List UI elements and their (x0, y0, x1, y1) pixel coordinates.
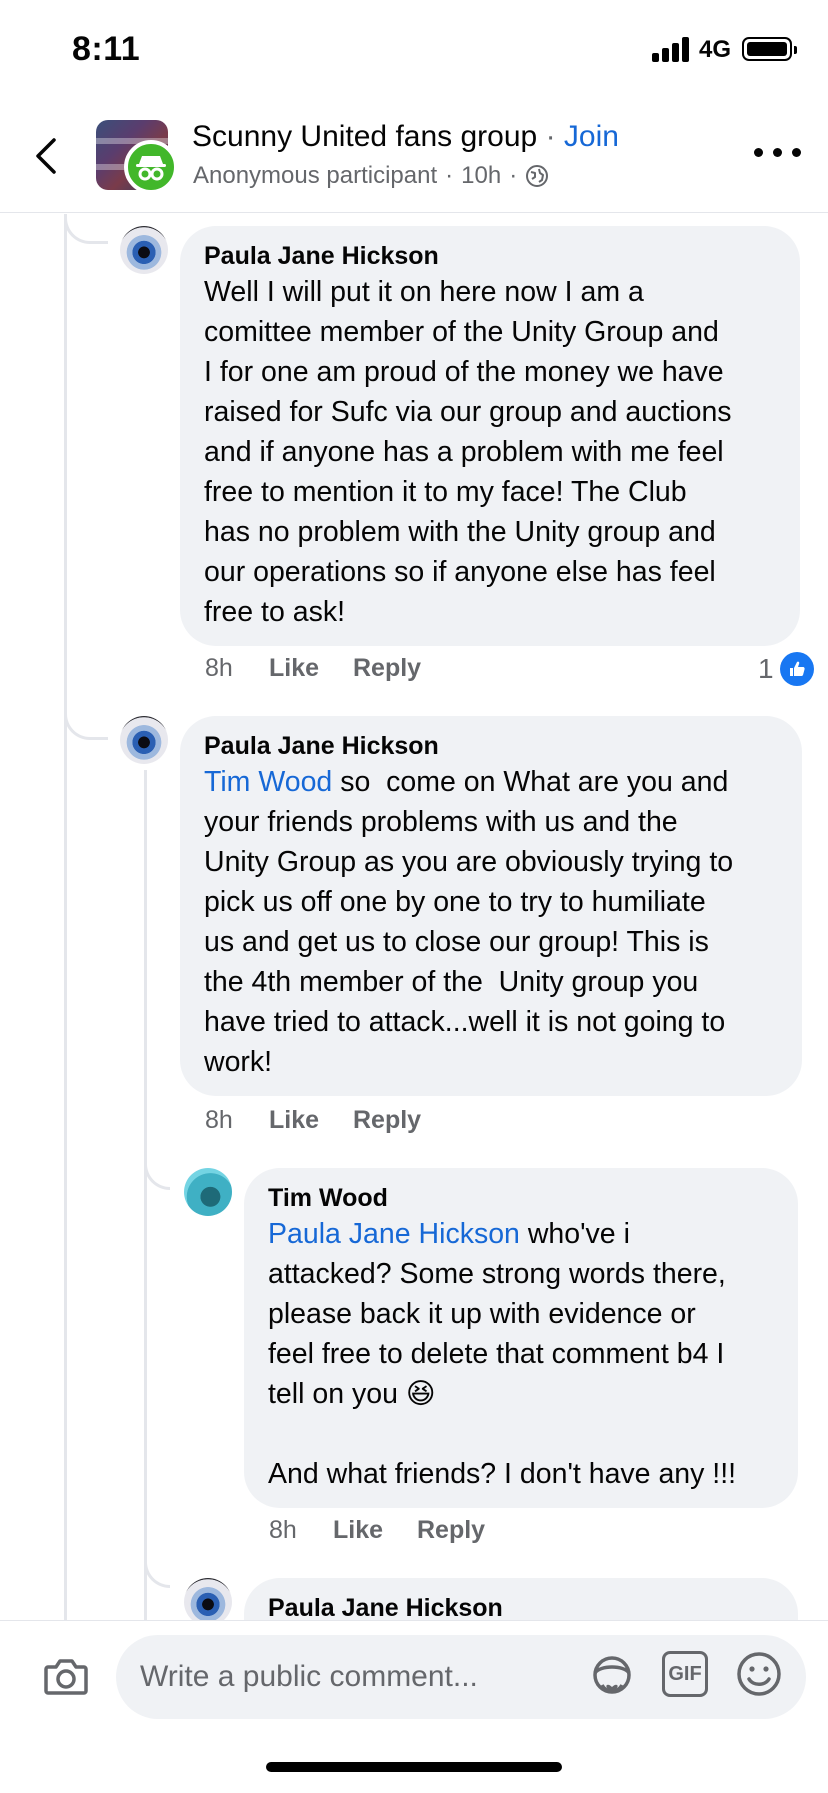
comment-input-placeholder: Write a public comment... (140, 1660, 478, 1693)
comment-author[interactable]: Paula Jane Hickson (204, 730, 778, 762)
globe-icon (526, 165, 549, 187)
avatar[interactable] (184, 1578, 232, 1626)
comment-time: 8h (205, 1106, 233, 1134)
thumbs-up-icon (779, 652, 814, 686)
camera-icon[interactable] (40, 1651, 92, 1703)
battery-icon (742, 37, 797, 61)
comment-time: 8h (269, 1516, 297, 1544)
chevron-left-icon (36, 138, 56, 174)
mention-link[interactable]: Paula Jane Hickson (268, 1218, 520, 1250)
comment-text: so come on What are you and your friends… (204, 766, 734, 1078)
thread-connector (64, 214, 108, 244)
reaction-summary[interactable]: 1 (758, 652, 814, 686)
reply-button[interactable]: Reply (417, 1516, 485, 1545)
join-button[interactable]: Join (564, 120, 619, 153)
reply-button[interactable]: Reply (353, 654, 421, 683)
thread-connector (144, 1558, 170, 1588)
like-button[interactable]: Like (269, 1106, 353, 1135)
post-subtitle: Anonymous participant · 10h · (193, 162, 549, 190)
participant-label: Anonymous participant (193, 162, 438, 189)
subtitle-separator-2: · (509, 162, 518, 189)
avatar[interactable] (120, 716, 168, 764)
avatar[interactable] (184, 1168, 232, 1216)
avatar[interactable] (120, 226, 168, 274)
group-title[interactable]: Scunny United fans group · Join (192, 120, 619, 154)
comment-text: who've i attacked? Some strong words the… (268, 1218, 737, 1490)
back-button[interactable] (26, 134, 70, 178)
comment-author[interactable]: Paula Jane Hickson (204, 240, 776, 272)
thread-line (144, 770, 147, 1620)
like-button[interactable]: Like (333, 1516, 417, 1545)
comment-actions: 8h Like Reply (205, 1106, 421, 1135)
thread-connector (144, 1160, 170, 1190)
more-options-button[interactable] (754, 148, 802, 162)
network-label: 4G (699, 36, 732, 63)
subtitle-separator: · (445, 162, 454, 189)
anonymous-icon (124, 140, 178, 194)
reaction-count: 1 (758, 653, 774, 684)
thread-line (64, 214, 67, 1620)
group-header: Scunny United fans group · Join Anonymou… (0, 100, 828, 213)
emoji-icon[interactable] (734, 1649, 784, 1699)
mention-link[interactable]: Tim Wood (204, 766, 332, 798)
comment-text-block: Paula Jane Hickson who've i attacked? So… (268, 1214, 774, 1494)
comment-text: Well I will put it on here now I am a co… (204, 276, 732, 628)
home-indicator (266, 1762, 562, 1772)
avatar-sticker-icon[interactable] (586, 1651, 638, 1703)
like-button[interactable]: Like (269, 654, 353, 683)
title-separator: · (545, 120, 556, 153)
comment-bubble[interactable]: Paula Jane Hickson Tim Wood so come on W… (180, 716, 802, 1096)
comment-bubble[interactable]: Tim Wood Paula Jane Hickson who've i att… (244, 1168, 798, 1508)
status-time: 8:11 (72, 30, 141, 68)
signal-icon (652, 36, 692, 62)
comment-author[interactable]: Tim Wood (268, 1182, 774, 1214)
gif-button[interactable]: GIF (662, 1651, 708, 1697)
comment-text-block: Tim Wood so come on What are you and you… (204, 762, 778, 1082)
comment-time: 8h (205, 654, 233, 682)
comment-actions: 8h Like Reply (269, 1516, 485, 1545)
time-ago: 10h (461, 162, 502, 189)
reply-button[interactable]: Reply (353, 1106, 421, 1135)
thread-connector (64, 710, 108, 740)
comment-actions: 8h Like Reply (205, 654, 421, 683)
group-name[interactable]: Scunny United fans group (192, 120, 537, 153)
comment-bubble[interactable]: Paula Jane Hickson Well I will put it on… (180, 226, 800, 646)
